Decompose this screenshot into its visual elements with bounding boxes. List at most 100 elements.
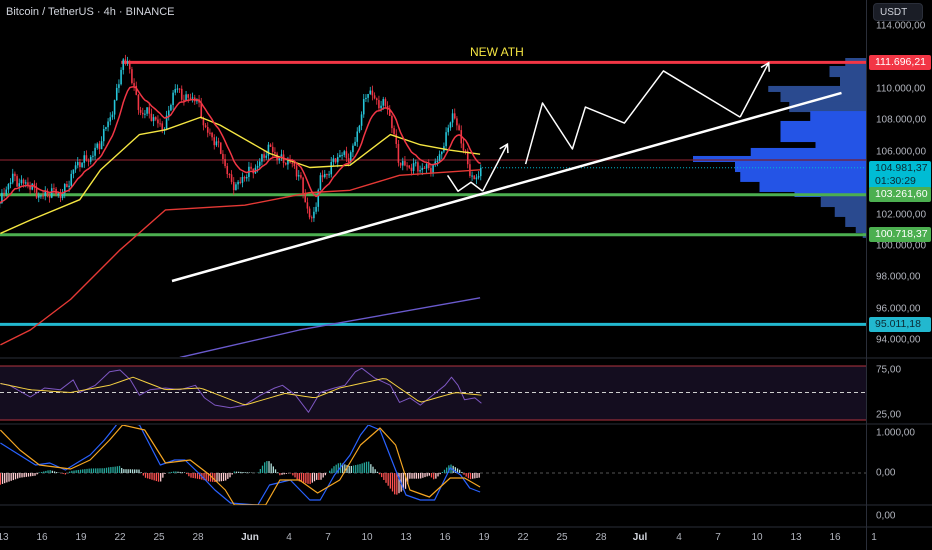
macd-histogram-bar	[216, 473, 218, 482]
macd-histogram-bar	[36, 473, 38, 475]
time-tick: 25	[153, 532, 165, 543]
macd-histogram-bar	[175, 471, 177, 473]
candle-body	[271, 146, 274, 152]
candle-body	[3, 192, 5, 194]
macd-histogram-bar	[417, 473, 420, 479]
candle-body	[83, 155, 86, 163]
candle-body	[148, 107, 151, 114]
candle-body	[209, 132, 211, 134]
macd-histogram-bar	[97, 468, 99, 473]
candle-body	[237, 181, 239, 185]
macd-histogram-bar	[261, 465, 264, 473]
candle-body	[111, 114, 114, 118]
macd-histogram-bar	[144, 473, 147, 478]
macd-histogram-bar	[413, 473, 415, 479]
candle-body	[20, 179, 23, 184]
candle-body	[382, 99, 385, 106]
volume-profile-bar	[735, 160, 866, 173]
candle-body	[269, 144, 272, 147]
time-tick: 13	[790, 532, 802, 543]
ma-long-line	[179, 297, 481, 357]
macd-histogram-bar	[190, 473, 192, 478]
candle-body	[70, 173, 73, 186]
candle-body	[191, 97, 194, 99]
macd-histogram-bar	[385, 473, 387, 483]
candle-body	[440, 151, 443, 155]
macd-histogram-bar	[478, 473, 480, 478]
macd-histogram-bar	[383, 473, 385, 480]
candle-body	[371, 90, 374, 96]
macd-histogram-bar	[469, 473, 472, 480]
macd-histogram-bar	[84, 469, 86, 473]
macd-histogram-bar	[121, 468, 123, 473]
macd-histogram-bar	[194, 473, 196, 479]
candle-body	[219, 142, 222, 154]
macd-histogram-bar	[422, 473, 424, 478]
time-tick: 1	[871, 532, 877, 543]
macd-histogram-bar	[12, 473, 14, 481]
candle-body	[31, 183, 34, 190]
candle-body	[397, 143, 400, 163]
macd-histogram-bar	[331, 468, 333, 473]
macd-histogram-bar	[238, 471, 240, 473]
macd-histogram-bar	[285, 473, 287, 474]
macd-histogram-bar	[25, 473, 27, 477]
macd-histogram-bar	[1, 473, 4, 484]
macd-histogram-bar	[108, 467, 110, 473]
candle-body	[18, 183, 21, 187]
candle-body	[347, 158, 350, 163]
macd-histogram-bar	[71, 470, 73, 473]
volume-profile-bar	[759, 180, 866, 192]
volume-profile-bar	[789, 101, 866, 113]
macd-histogram-bar	[476, 473, 478, 479]
price-chart[interactable]	[0, 0, 932, 550]
macd-pane[interactable]	[0, 420, 866, 505]
candle-body	[297, 175, 300, 177]
volume-profile-bar	[829, 66, 866, 78]
candle-body	[126, 61, 129, 63]
candle-body	[159, 123, 161, 125]
candle-body	[206, 127, 209, 133]
candle-body	[222, 153, 224, 160]
candle-body	[245, 176, 248, 179]
candle-body	[96, 143, 99, 148]
time-tick: 28	[595, 532, 607, 543]
macd-histogram-bar	[53, 471, 56, 473]
candle-body	[92, 155, 94, 157]
time-tick: 7	[715, 532, 721, 543]
macd-histogram-bar	[21, 473, 23, 478]
candle-body	[85, 155, 88, 161]
macd-histogram-bar	[378, 473, 381, 475]
macd-histogram-bar	[333, 466, 335, 473]
macd-histogram-bar	[320, 473, 322, 480]
candle-body	[367, 93, 369, 98]
macd-histogram-bar	[73, 470, 75, 473]
extra-tick-0: 0,00	[876, 510, 896, 522]
currency-button[interactable]: USDT	[873, 3, 923, 21]
price-tick: 100.000,00	[876, 240, 927, 252]
candle-body	[35, 187, 38, 198]
candle-body	[399, 162, 402, 166]
macd-histogram-bar	[155, 473, 157, 482]
candle-body	[241, 177, 244, 183]
candle-body	[154, 117, 157, 120]
macd-histogram-bar	[164, 473, 166, 474]
macd-histogram-bar	[118, 465, 121, 473]
macd-histogram-bar	[274, 469, 277, 473]
price-axis[interactable]: USDT 114.000,00 110.000,00 108.000,00 106.0…	[866, 0, 932, 550]
new-ath-annotation: NEW ATH	[470, 45, 524, 59]
macd-histogram-bar	[441, 471, 443, 473]
candle-body	[453, 113, 456, 119]
candle-body	[432, 164, 434, 173]
macd-histogram-bar	[116, 466, 118, 473]
rsi-pane[interactable]	[0, 365, 866, 421]
macd-histogram-bar	[218, 473, 220, 482]
macd-histogram-bar	[103, 468, 105, 473]
candle-body	[328, 174, 330, 176]
candle-body	[213, 137, 216, 146]
main-pane[interactable]	[0, 54, 868, 358]
macd-histogram-bar	[277, 472, 279, 473]
candle-body	[120, 69, 122, 85]
macd-histogram-bar	[246, 472, 248, 473]
macd-histogram-bar	[127, 469, 129, 473]
